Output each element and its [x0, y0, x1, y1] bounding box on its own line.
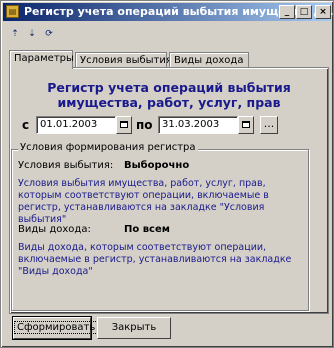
register-heading-line2: имущества, работ, услуг, прав — [57, 95, 281, 110]
date-from-field[interactable]: 01.01.2003 — [36, 116, 116, 134]
generate-button-label: Сформировать — [14, 321, 99, 334]
income-value: По всем — [124, 224, 170, 235]
tab-conditions[interactable]: Условия выбытия — [75, 52, 172, 68]
conditions-group: Условия формирования регистра Условия вы… — [11, 142, 309, 311]
up-arrow-icon[interactable]: ⇡ — [7, 27, 23, 41]
group-title: Условия формирования регистра — [18, 142, 198, 153]
date-to-calendar-button[interactable] — [238, 116, 254, 134]
income-note: Виды дохода, которым соответствуют опера… — [18, 242, 292, 277]
to-label: по — [136, 118, 153, 132]
tab-income-types[interactable]: Виды дохода — [169, 52, 249, 68]
register-heading-line1: Регистр учета операций выбытия — [47, 80, 291, 95]
down-arrow-icon[interactable]: ⇣ — [24, 27, 40, 41]
generate-button[interactable]: Сформировать — [12, 316, 99, 340]
calendar-icon — [242, 121, 250, 128]
minimize-button[interactable]: _ — [279, 5, 295, 19]
conditions-note: Условия выбытия имущества, работ, услуг,… — [18, 178, 269, 225]
tab-parameters[interactable]: Параметры — [9, 50, 74, 69]
title-bar[interactable]: ▤ Регистр учета операций выбытия имущест… — [3, 3, 334, 21]
maximize-button[interactable]: □ — [296, 5, 312, 19]
dialog-window: ▤ Регистр учета операций выбытия имущест… — [0, 0, 334, 348]
calendar-icon — [120, 121, 128, 128]
period-select-button[interactable]: ... — [260, 116, 278, 134]
close-button[interactable]: × — [315, 5, 331, 19]
conditions-label: Условия выбытия: — [18, 160, 114, 171]
app-icon: ▤ — [6, 5, 19, 18]
conditions-value: Выборочно — [124, 160, 190, 171]
income-label: Виды дохода: — [18, 224, 91, 235]
refresh-icon[interactable]: ⟳ — [41, 27, 57, 41]
date-from-calendar-button[interactable] — [116, 116, 132, 134]
close-dialog-button[interactable]: Закрыть — [97, 317, 171, 339]
date-to-field[interactable]: 31.03.2003 — [158, 116, 238, 134]
from-label: с — [22, 118, 30, 132]
